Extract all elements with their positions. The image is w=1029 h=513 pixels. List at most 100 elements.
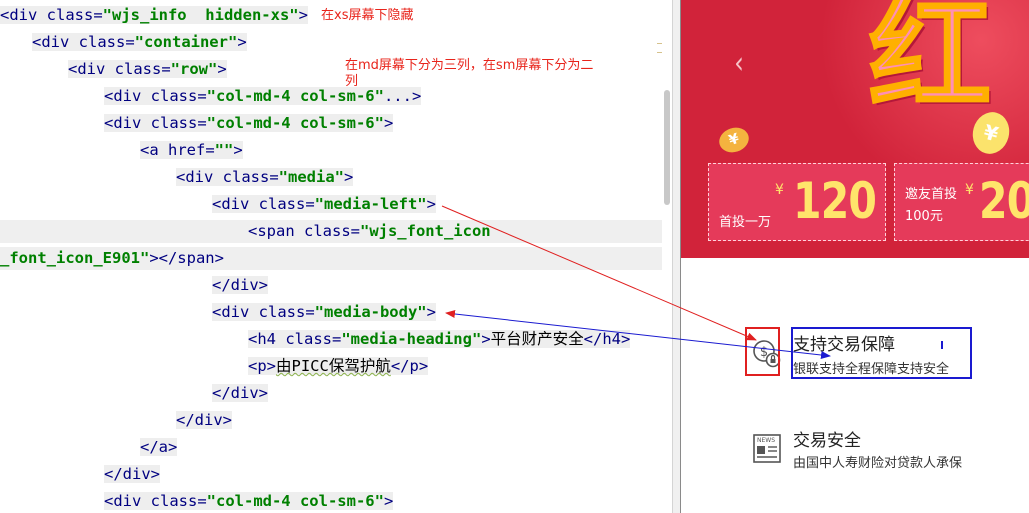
code-text: </div> <box>104 465 160 483</box>
code-line[interactable]: <span class="wjs_font_icon <box>0 220 672 243</box>
code-text: <div class="col-md-4 col-sm-6"> <box>104 114 394 132</box>
text-cursor <box>941 341 943 349</box>
code-line[interactable]: <p>由PICC保驾护航</p> <box>0 355 429 378</box>
code-token: "media-left" <box>314 195 427 213</box>
code-text: <div class="container"> <box>32 33 247 51</box>
code-text: </div> <box>176 411 232 429</box>
code-token: > <box>383 492 394 510</box>
coupon-currency: ¥ <box>775 182 784 198</box>
code-token: <a href= <box>140 141 215 159</box>
code-line[interactable]: <div class="col-md-4 col-sm-6"> <box>0 112 394 135</box>
feature-desc: 由国中人寿财险对贷款人承保 <box>793 456 963 471</box>
svg-text:NEWS: NEWS <box>757 437 775 444</box>
code-line[interactable]: <div class="row"> <box>0 58 227 81</box>
code-line[interactable]: </a> <box>0 436 178 459</box>
annotation-box-blue <box>791 327 972 379</box>
coupon-card[interactable]: 邀友首投 100元 ¥ 20 <box>894 163 1029 241</box>
code-token: <p> <box>248 357 276 375</box>
code-line[interactable]: </div> <box>0 274 268 297</box>
code-editor[interactable]: <div class="wjs_info hidden-xs"> <div cla… <box>0 0 672 513</box>
code-line[interactable]: <div class="media"> <box>0 166 354 189</box>
editor-scrollbar-track[interactable] <box>662 0 672 513</box>
promo-banner[interactable]: ‹ 红 ¥ ¥ 首投一万 ¥ 120 邀友首投 100元 ¥ 20 <box>681 0 1029 258</box>
code-text: <div class="col-md-4 col-sm-6"> <box>104 492 394 510</box>
code-token: > <box>426 303 436 321</box>
code-token: <div class= <box>104 492 207 510</box>
code-text: <div class="media-body"> <box>212 303 436 321</box>
note-hidden-xs: 在xs屏幕下隐藏 <box>321 8 414 23</box>
code-text: </div> <box>212 384 268 402</box>
code-token: </div> <box>212 276 268 294</box>
editor-scrollbar-thumb[interactable] <box>664 90 670 205</box>
code-token: > <box>217 60 227 78</box>
code-line[interactable]: <div class="media-left"> <box>0 193 436 216</box>
code-token: 由PICC保驾护航 <box>276 357 391 375</box>
code-line[interactable]: <div class="media-body"> <box>0 301 436 324</box>
code-line[interactable]: </div> <box>0 382 268 405</box>
code-text: </a> <box>140 438 178 456</box>
coupon-label: 100元 <box>905 209 943 224</box>
code-token: "media-heading" <box>341 330 482 348</box>
code-token: <h4 class= <box>248 330 342 348</box>
code-token: > <box>298 6 308 24</box>
code-token: </div> <box>104 465 160 483</box>
code-line[interactable]: <h4 class="media-heading">平台财产安全</h4> <box>0 328 631 351</box>
coupon-label: 首投一万 <box>719 215 772 230</box>
code-token: "wjs_font_icon <box>359 222 491 240</box>
carousel-prev-button[interactable]: ‹ <box>734 46 744 81</box>
code-token: <div class= <box>0 6 103 24</box>
code-token: "media-body" <box>314 303 427 321</box>
code-line[interactable]: </div> <box>0 409 232 432</box>
code-token: <div class= <box>212 195 315 213</box>
code-token: "wjs_info hidden-xs" <box>102 6 299 24</box>
code-token: <div class= <box>68 60 171 78</box>
code-token: _font_icon_E901" <box>0 249 150 267</box>
code-token: > <box>481 330 491 348</box>
code-line[interactable]: <div class="container"> <box>0 31 247 54</box>
code-text: <span class="wjs_font_icon <box>248 222 491 240</box>
code-line[interactable]: <a href=""> <box>0 139 243 162</box>
code-line[interactable]: <div class="col-md-4 col-sm-6"> <box>0 490 394 513</box>
code-token: > <box>426 195 436 213</box>
code-token: </h4> <box>583 330 631 348</box>
code-token: <div class= <box>212 303 315 321</box>
code-line[interactable]: </div> <box>0 463 160 486</box>
code-text: <div class="media"> <box>176 168 354 186</box>
coupon-card[interactable]: 首投一万 ¥ 120 <box>708 163 886 241</box>
code-token: "container" <box>134 33 238 51</box>
code-text: <a href=""> <box>140 141 243 159</box>
browser-preview: ‹ 红 ¥ ¥ 首投一万 ¥ 120 邀友首投 100元 ¥ 20 $ 支持交易… <box>681 0 1029 513</box>
code-text: <p>由PICC保驾护航</p> <box>248 357 429 375</box>
code-text: _font_icon_E901"></span> <box>0 249 224 267</box>
code-line[interactable]: _font_icon_E901"></span> <box>0 247 672 270</box>
coupon-amount: 120 <box>793 172 877 230</box>
code-token: "col-md-4 col-sm-6" <box>206 114 384 132</box>
code-token: "col-md-4 col-sm-6" <box>206 492 384 510</box>
pane-divider[interactable] <box>672 0 681 513</box>
code-token: > <box>233 141 243 159</box>
code-token: </p> <box>390 357 429 375</box>
annotation-box-red <box>745 327 780 376</box>
code-text: <h4 class="media-heading">平台财产安全</h4> <box>248 330 631 348</box>
code-token: 平台财产安全 <box>490 330 584 348</box>
code-token: </div> <box>176 411 232 429</box>
code-token: ></span> <box>149 249 224 267</box>
code-token: "row" <box>170 60 218 78</box>
code-token: "" <box>214 141 234 159</box>
code-token: </a> <box>140 438 178 456</box>
banner-headline: 红 <box>868 0 993 128</box>
code-token: "media" <box>278 168 344 186</box>
code-token: <div class= <box>104 114 207 132</box>
code-text: <div class="row"> <box>68 60 227 78</box>
code-token: > <box>383 114 394 132</box>
note-columns: 在md屏幕下分为三列，在sm屏幕下分为二列 <box>345 58 594 89</box>
code-text: <div class="wjs_info hidden-xs"> <box>0 6 308 24</box>
code-text: <div class="media-left"> <box>212 195 436 213</box>
code-token: > <box>237 33 247 51</box>
code-token: </div> <box>212 384 268 402</box>
news-icon: NEWS <box>753 434 781 463</box>
feature-title: 交易安全 <box>793 431 861 451</box>
code-line[interactable]: <div class="wjs_info hidden-xs"> <box>0 4 308 27</box>
code-text: </div> <box>212 276 268 294</box>
code-token: <div class= <box>176 168 279 186</box>
